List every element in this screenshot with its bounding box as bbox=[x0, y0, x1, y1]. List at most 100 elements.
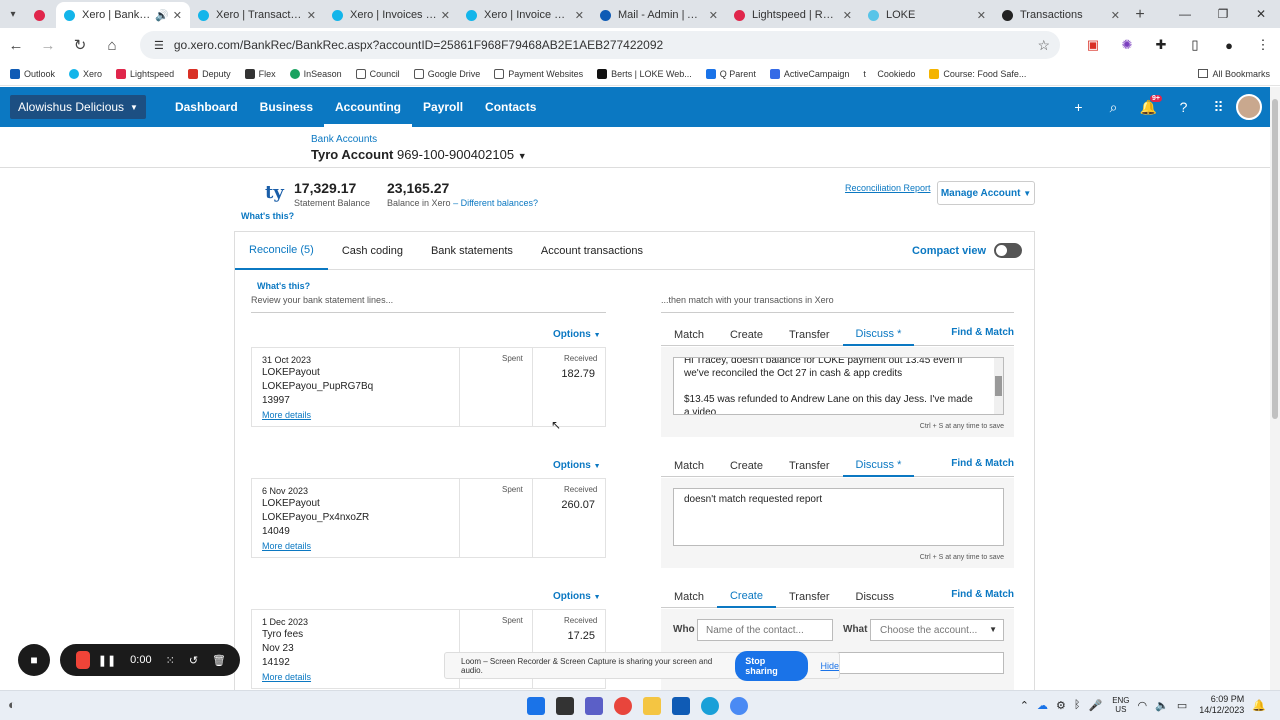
trash-icon[interactable]: 🗑 bbox=[212, 654, 226, 667]
close-tab-icon[interactable]: ✕ bbox=[307, 9, 316, 22]
close-tab-icon[interactable]: ✕ bbox=[575, 9, 584, 22]
tab-create[interactable]: Create bbox=[717, 324, 776, 346]
search-icon[interactable]: ⌕ bbox=[1096, 99, 1131, 116]
statement-line[interactable]: 31 Oct 2023 LOKEPayout LOKEPayou_PupRG7B… bbox=[251, 347, 606, 427]
textarea-scrollbar[interactable] bbox=[994, 358, 1003, 414]
tab-cash-coding[interactable]: Cash coding bbox=[328, 232, 417, 270]
bookmark-folder[interactable]: Council bbox=[355, 68, 400, 79]
nav-dashboard[interactable]: Dashboard bbox=[164, 87, 249, 127]
tab-match[interactable]: Match bbox=[661, 586, 717, 608]
nav-contacts[interactable]: Contacts bbox=[474, 87, 547, 127]
help-icon[interactable]: ? bbox=[1166, 99, 1201, 115]
hide-button[interactable]: Hide bbox=[820, 661, 839, 671]
extension-icon[interactable]: ✺ bbox=[1110, 37, 1144, 53]
reconciliation-report-link[interactable]: Reconciliation Report bbox=[845, 183, 931, 193]
profile-avatar[interactable]: ● bbox=[1212, 38, 1246, 53]
browser-tab[interactable]: Xero | Transactions fo ✕ bbox=[190, 2, 324, 28]
bookmark[interactable]: Q Parent bbox=[705, 68, 756, 79]
options-button[interactable]: Options ▼ bbox=[553, 591, 601, 602]
browser-tab[interactable]: Lightspeed | Report ✕ bbox=[726, 2, 860, 28]
reload-icon[interactable]: ↻ bbox=[64, 36, 96, 54]
bookmark[interactable]: Xero bbox=[69, 68, 102, 79]
more-details-link[interactable]: More details bbox=[262, 410, 311, 420]
stop-record-button[interactable] bbox=[76, 651, 90, 669]
tab-match[interactable]: Match bbox=[661, 324, 717, 346]
bookmark[interactable]: Deputy bbox=[188, 68, 231, 79]
microphone-icon[interactable]: 🎤 bbox=[1088, 699, 1102, 712]
site-info-icon[interactable]: ☰ bbox=[154, 39, 164, 52]
user-avatar[interactable] bbox=[1236, 94, 1262, 120]
task-view-icon[interactable] bbox=[556, 697, 574, 715]
bookmark-folder[interactable]: Payment Websites bbox=[494, 68, 583, 79]
bookmark[interactable]: InSeason bbox=[289, 68, 342, 79]
stop-sharing-button[interactable]: Stop sharing bbox=[735, 650, 809, 681]
more-details-link[interactable]: More details bbox=[262, 541, 311, 551]
all-bookmarks[interactable]: All Bookmarks bbox=[1198, 69, 1270, 79]
outlook-icon[interactable] bbox=[672, 697, 690, 715]
onedrive-icon[interactable]: ☁ bbox=[1037, 699, 1048, 712]
minimize-icon[interactable]: — bbox=[1166, 7, 1204, 21]
bell-icon[interactable]: 🔔 9+ bbox=[1131, 94, 1166, 116]
contact-input[interactable] bbox=[697, 619, 833, 641]
tab-transfer[interactable]: Transfer bbox=[776, 455, 843, 477]
tab-bank-statements[interactable]: Bank statements bbox=[417, 232, 527, 270]
tab-account-transactions[interactable]: Account transactions bbox=[527, 232, 657, 270]
bookmark[interactable]: Berts | LOKE Web... bbox=[597, 68, 692, 79]
breadcrumb[interactable]: Bank Accounts bbox=[311, 134, 527, 145]
sidebar-icon[interactable]: ▯ bbox=[1178, 37, 1212, 53]
add-icon[interactable]: + bbox=[1061, 99, 1096, 115]
nav-accounting[interactable]: Accounting bbox=[324, 87, 413, 127]
different-balances-link[interactable]: – Different balances? bbox=[453, 198, 538, 208]
app-icon[interactable] bbox=[730, 697, 748, 715]
options-button[interactable]: Options ▼ bbox=[553, 460, 601, 471]
tab-search-icon[interactable]: ▾ bbox=[0, 0, 26, 28]
bookmark-folder[interactable]: Google Drive bbox=[413, 68, 480, 79]
whats-this-link[interactable]: What's this? bbox=[257, 281, 310, 291]
restart-icon[interactable]: ↺ bbox=[189, 654, 198, 667]
language-indicator[interactable]: ENG US bbox=[1112, 696, 1129, 714]
nav-business[interactable]: Business bbox=[249, 87, 324, 127]
close-tab-icon[interactable]: ✕ bbox=[843, 9, 852, 22]
wifi-icon[interactable]: ◠ bbox=[1138, 699, 1148, 712]
puzzle-icon[interactable]: ✚ bbox=[1144, 37, 1178, 53]
tab-match[interactable]: Match bbox=[661, 455, 717, 477]
clock[interactable]: 6:09 PM 14/12/2023 bbox=[1199, 694, 1244, 716]
camera-icon[interactable]: ■ bbox=[18, 644, 50, 676]
nav-payroll[interactable]: Payroll bbox=[412, 87, 474, 127]
more-details-link[interactable]: More details bbox=[262, 672, 311, 682]
pause-icon[interactable]: ❚❚ bbox=[98, 654, 116, 667]
tab-transfer[interactable]: Transfer bbox=[776, 324, 843, 346]
browser-tab[interactable] bbox=[26, 2, 56, 28]
bookmark[interactable]: Lightspeed bbox=[116, 68, 174, 79]
forward-icon[interactable]: → bbox=[32, 37, 64, 54]
org-switcher[interactable]: Alowishus Delicious ▼ bbox=[10, 95, 146, 119]
edge-icon[interactable] bbox=[701, 697, 719, 715]
tab-discuss[interactable]: Discuss * bbox=[842, 455, 915, 477]
options-button[interactable]: Options ▼ bbox=[553, 329, 601, 340]
whats-this-link[interactable]: What's this? bbox=[241, 211, 294, 221]
notification-icon[interactable]: 🔔 bbox=[1252, 699, 1266, 712]
discuss-textarea[interactable]: Hi Tracey, doesn't balance for LOKE paym… bbox=[673, 357, 1004, 415]
close-tab-icon[interactable]: ✕ bbox=[173, 9, 182, 22]
manage-account-button[interactable]: Manage Account ▼ bbox=[937, 181, 1035, 205]
battery-icon[interactable]: ▭ bbox=[1177, 699, 1187, 712]
teams-icon[interactable] bbox=[585, 697, 603, 715]
tab-create[interactable]: Create bbox=[716, 586, 776, 608]
close-tab-icon[interactable]: ✕ bbox=[441, 9, 450, 22]
find-match-link[interactable]: Find & Match bbox=[951, 589, 1014, 600]
tab-transfer[interactable]: Transfer bbox=[776, 586, 843, 608]
back-icon[interactable]: ← bbox=[0, 37, 32, 54]
widgets-icon[interactable]: ◐ bbox=[8, 697, 16, 712]
tab-create[interactable]: Create bbox=[717, 455, 776, 477]
folder-icon[interactable] bbox=[643, 697, 661, 715]
new-tab-icon[interactable]: + bbox=[1128, 2, 1152, 28]
restore-icon[interactable]: ❐ bbox=[1204, 7, 1242, 21]
close-window-icon[interactable]: ✕ bbox=[1242, 7, 1280, 21]
more-menu-icon[interactable]: ⋮ bbox=[1246, 37, 1280, 53]
chrome-icon[interactable] bbox=[614, 697, 632, 715]
browser-tab[interactable]: Xero | Invoice KTA-58 ✕ bbox=[458, 2, 592, 28]
tab-discuss[interactable]: Discuss bbox=[843, 586, 908, 608]
find-match-link[interactable]: Find & Match bbox=[951, 327, 1014, 338]
close-tab-icon[interactable]: ✕ bbox=[709, 9, 718, 22]
browser-tab-active[interactable]: Xero | Bank Reco 🔊 ✕ bbox=[56, 2, 190, 28]
